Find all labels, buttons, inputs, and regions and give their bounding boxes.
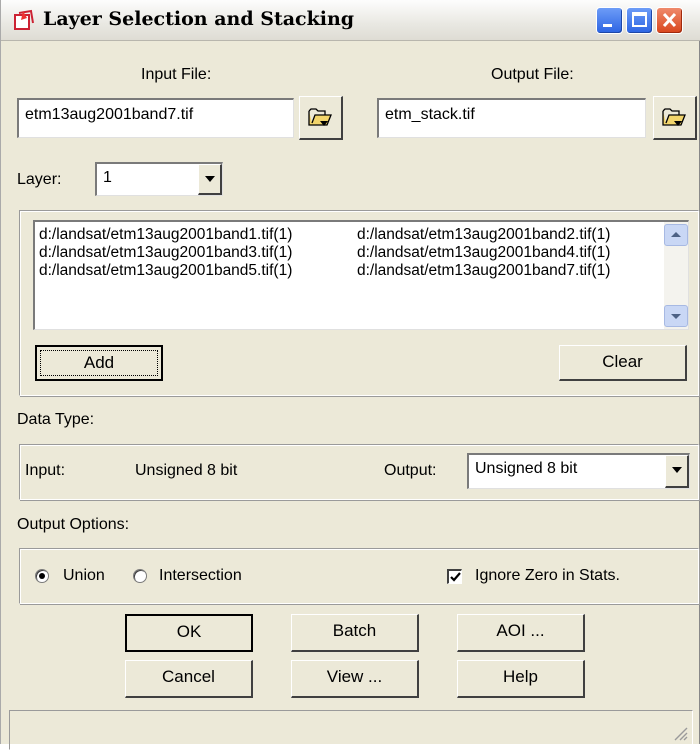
- status-bar: [9, 710, 693, 750]
- list-item[interactable]: d:/landsat/etm13aug2001band3.tif(1): [39, 244, 357, 262]
- chevron-down-icon[interactable]: [665, 455, 689, 488]
- window-title: Layer Selection and Stacking: [43, 8, 355, 30]
- layer-label: Layer:: [17, 171, 62, 188]
- batch-button[interactable]: Batch: [291, 614, 419, 652]
- output-file-field[interactable]: etm_stack.tif: [377, 98, 646, 138]
- cancel-button[interactable]: Cancel: [125, 660, 253, 698]
- list-item[interactable]: d:/landsat/etm13aug2001band7.tif(1): [357, 262, 657, 280]
- list-item[interactable]: d:/landsat/etm13aug2001band1.tif(1): [39, 226, 357, 244]
- scroll-down-icon[interactable]: [664, 305, 688, 327]
- list-scrollbar[interactable]: [664, 222, 688, 329]
- ignore-zero-checkbox[interactable]: [447, 569, 462, 584]
- output-file-browse-button[interactable]: [653, 96, 697, 140]
- minimize-icon: [603, 24, 612, 27]
- output-type-select-value: Unsigned 8 bit: [475, 460, 578, 477]
- view-button[interactable]: View ...: [291, 660, 419, 698]
- input-file-browse-button[interactable]: [299, 96, 343, 140]
- title-bar[interactable]: Layer Selection and Stacking: [1, 0, 700, 41]
- layer-listbox[interactable]: d:/landsat/etm13aug2001band1.tif(1) d:/l…: [33, 220, 689, 330]
- open-folder-icon: [308, 108, 332, 126]
- union-radio-label[interactable]: Union: [63, 567, 105, 585]
- maximize-icon: [632, 12, 647, 27]
- maximize-button[interactable]: [626, 7, 653, 34]
- layer-select[interactable]: 1: [95, 162, 223, 196]
- ignore-zero-label[interactable]: Ignore Zero in Stats.: [475, 567, 620, 585]
- close-icon: [662, 12, 677, 28]
- resize-grip-icon[interactable]: [674, 727, 688, 741]
- list-item[interactable]: d:/landsat/etm13aug2001band2.tif(1): [357, 226, 657, 244]
- layer-list: d:/landsat/etm13aug2001band1.tif(1) d:/l…: [39, 226, 659, 280]
- input-file-label: Input File:: [141, 66, 212, 83]
- help-button[interactable]: Help: [457, 660, 585, 698]
- minimize-button[interactable]: [596, 7, 623, 34]
- output-type-select[interactable]: Unsigned 8 bit: [467, 453, 690, 489]
- close-button[interactable]: [656, 7, 683, 34]
- union-radio[interactable]: [35, 569, 49, 583]
- add-button[interactable]: Add: [35, 345, 163, 381]
- input-file-field[interactable]: etm13aug2001band7.tif: [17, 98, 294, 138]
- input-type-value: Unsigned 8 bit: [135, 462, 238, 479]
- stack-tool-icon: [14, 9, 34, 30]
- list-item[interactable]: d:/landsat/etm13aug2001band4.tif(1): [357, 244, 657, 262]
- clear-button[interactable]: Clear: [559, 345, 687, 381]
- open-folder-icon: [662, 108, 686, 126]
- data-type-label: Data Type:: [17, 411, 95, 428]
- list-item[interactable]: d:/landsat/etm13aug2001band5.tif(1): [39, 262, 357, 280]
- intersection-radio-label[interactable]: Intersection: [159, 567, 242, 585]
- scroll-up-icon[interactable]: [664, 224, 688, 246]
- checkmark-icon: [450, 572, 461, 582]
- output-type-label: Output:: [384, 462, 437, 479]
- output-options-label: Output Options:: [17, 516, 130, 533]
- layer-select-value: 1: [103, 169, 112, 186]
- layer-stacking-dialog: Layer Selection and Stacking Input File:…: [0, 0, 700, 750]
- input-type-label: Input:: [25, 462, 66, 479]
- output-file-label: Output File:: [491, 66, 574, 83]
- intersection-radio[interactable]: [133, 569, 147, 583]
- aoi-button[interactable]: AOI ...: [457, 614, 585, 652]
- chevron-down-icon[interactable]: [198, 164, 222, 195]
- ok-button[interactable]: OK: [125, 614, 253, 652]
